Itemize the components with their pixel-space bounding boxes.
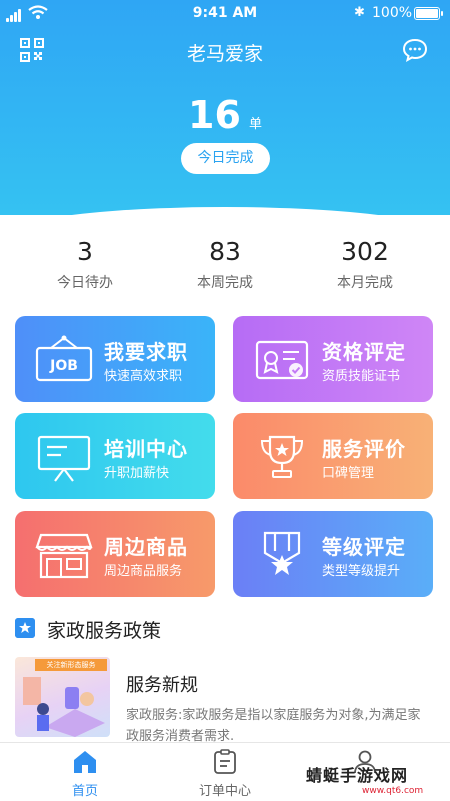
training-board-icon [37, 435, 91, 482]
watermark-url: www.qt6.com [362, 786, 424, 796]
certificate-icon [255, 340, 309, 380]
order-list-icon [214, 749, 236, 774]
card-qualification[interactable]: 资格评定 资质技能证书 [233, 316, 433, 402]
tab-orders[interactable]: 订单中心 [150, 743, 300, 801]
tab-home[interactable]: 首页 [10, 743, 160, 801]
card-title: 等级评定 [322, 535, 406, 559]
home-icon [74, 751, 96, 773]
stat-label: 今日待办 [57, 275, 113, 291]
card-subtitle: 快速高效求职 [104, 369, 183, 384]
card-title: 资格评定 [322, 340, 406, 364]
policy-icon [15, 618, 35, 638]
title-bar: 老马爱家 [0, 33, 450, 69]
illustration-icon [23, 677, 105, 737]
tab-label: 订单中心 [198, 784, 251, 799]
order-unit: 单 [248, 117, 262, 132]
news-thumbnail: 关注新形态服务 [15, 657, 110, 737]
watermark-text: 蜻蜓手游戏网 [306, 766, 409, 785]
stat-label: 本月完成 [337, 275, 393, 291]
stat-label: 本周完成 [197, 275, 253, 291]
card-subtitle: 周边商品服务 [104, 564, 183, 579]
card-subtitle: 类型等级提升 [322, 564, 401, 579]
stat-value: 302 [341, 237, 389, 266]
app-title: 老马爱家 [186, 43, 263, 65]
order-count: 16 [188, 93, 241, 137]
stat-week-done[interactable]: 83 本周完成 [150, 237, 300, 292]
job-sign-icon: JOB [35, 335, 93, 382]
stats-row: 3 今日待办 83 本周完成 302 本月完成 [0, 237, 450, 297]
card-rank-assessment[interactable]: 等级评定 类型等级提升 [233, 511, 433, 597]
site-watermark: 蜻蜓手游戏网 www.qt6.com [306, 762, 446, 798]
card-service-review[interactable]: 服务评价 口碑管理 [233, 413, 433, 499]
card-title: 培训中心 [104, 437, 188, 461]
card-subtitle: 口碑管理 [322, 466, 375, 481]
tab-label: 首页 [71, 784, 98, 799]
bluetooth-icon: ✱ [354, 5, 365, 20]
card-training[interactable]: 培训中心 升职加薪快 [15, 413, 215, 499]
job-sign-text: JOB [49, 358, 78, 374]
card-job-search[interactable]: JOB 我要求职 快速高效求职 [15, 316, 215, 402]
card-title: 我要求职 [104, 340, 188, 364]
status-bar: 9:41 AM ✱ 100% [0, 0, 450, 28]
stat-value: 83 [209, 237, 241, 266]
message-icon[interactable] [402, 37, 428, 63]
today-count: 16 单 [0, 93, 450, 137]
stat-today-pending[interactable]: 3 今日待办 [10, 237, 160, 292]
stat-value: 3 [77, 237, 93, 266]
card-nearby-goods[interactable]: 周边商品 周边商品服务 [15, 511, 215, 597]
shop-icon [35, 533, 93, 579]
section-title: 家政服务政策 [47, 620, 162, 642]
news-title: 服务新规 [126, 675, 198, 696]
card-subtitle: 资质技能证书 [322, 369, 401, 384]
trophy-icon [260, 435, 304, 478]
stat-month-done[interactable]: 302 本月完成 [290, 237, 440, 292]
news-description: 家政服务:家政服务是指以家庭服务为对象,为满足家政服务消费者需求. [126, 708, 421, 744]
card-title: 周边商品 [104, 535, 188, 559]
battery-icon [414, 7, 443, 20]
card-title: 服务评价 [322, 437, 406, 461]
battery-percent: 100% [372, 5, 413, 21]
card-subtitle: 升职加薪快 [104, 466, 170, 481]
news-item[interactable]: 关注新形态服务 服务新规 家政服务:家政服务是指以家庭服务为对象,为满足家政服务… [15, 657, 435, 744]
today-complete-button[interactable]: 今日完成 [181, 143, 270, 174]
rank-badge-icon [263, 531, 301, 575]
